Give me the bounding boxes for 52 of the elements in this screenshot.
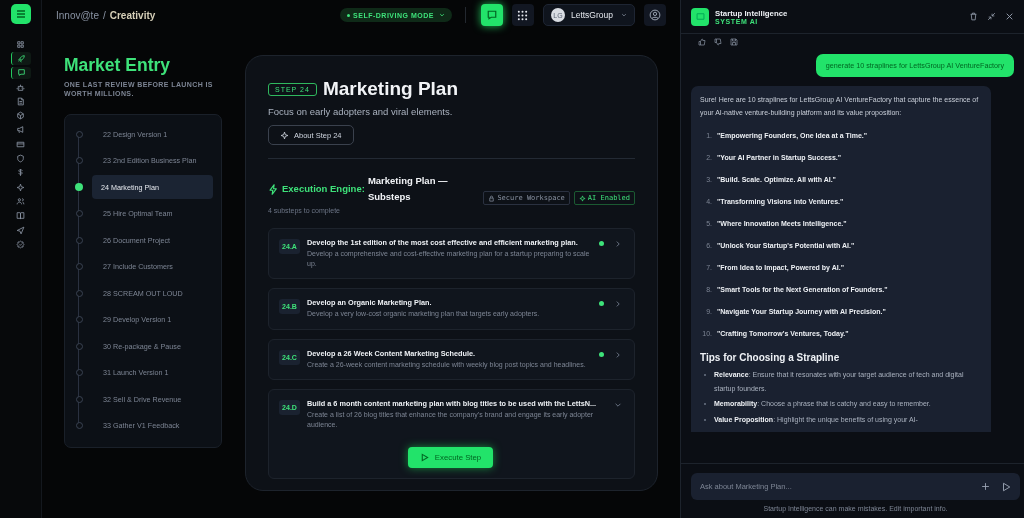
timeline-node [76,263,83,271]
apps-grid-icon [517,9,529,21]
apps-button[interactable] [511,4,534,26]
lock-icon [488,194,496,202]
thumbs-up-icon[interactable] [698,38,706,46]
timeline-node [76,130,83,138]
play-icon [419,453,429,462]
sparkle-icon [578,194,586,202]
menu-icon [14,8,27,20]
timeline-node [76,422,83,430]
timeline-node [76,369,83,377]
profile-button[interactable] [644,4,666,26]
timeline-node [76,342,83,350]
breadcrumb-separator: / [102,9,106,21]
collapse-icon[interactable] [987,12,996,21]
breadcrumb-current: Creativity [109,9,156,21]
send-icon[interactable] [1001,481,1011,492]
timeline-node [76,289,83,297]
plan-title: Marketing Plan [322,78,459,100]
rocket-icon[interactable] [10,52,31,65]
plus-icon[interactable] [981,482,990,491]
lightning-icon [268,183,279,195]
breadcrumb-link[interactable]: Innov@te [56,9,99,21]
trash-icon[interactable] [969,12,978,21]
chevron-right-icon[interactable] [614,350,622,359]
menu-button[interactable] [10,4,31,24]
timeline-node [76,316,83,324]
close-icon[interactable] [1005,12,1014,21]
section-title: Marketing Plan — Substeps [367,174,449,204]
chat-icon [485,9,498,21]
timeline-node [76,236,83,244]
section-label: Execution Engine: [282,182,365,196]
user-icon [649,9,661,21]
save-icon[interactable] [730,38,738,46]
chevron-down-icon [621,12,627,18]
chat-toggle-button[interactable] [480,4,503,26]
substep-card[interactable] [268,389,635,479]
chevron-down-icon [438,12,445,18]
chevron-right-icon[interactable] [614,300,622,308]
sparkle-icon [280,130,289,140]
timeline-node [76,210,83,218]
timeline-node [76,157,83,165]
chevron-right-icon[interactable] [614,240,622,248]
timeline-node [74,183,83,192]
thumbs-down-icon[interactable] [714,38,722,46]
assistant-logo-icon [691,7,709,26]
focus-text: Focus on early adopters and viral elements. [268,106,454,117]
chevron-down-icon[interactable] [614,401,622,409]
chat-icon[interactable] [10,66,31,79]
timeline-node [76,395,83,403]
tips-heading: Tips for Choosing a Strapline [700,352,841,363]
phase-title: Market Entry [64,55,171,76]
